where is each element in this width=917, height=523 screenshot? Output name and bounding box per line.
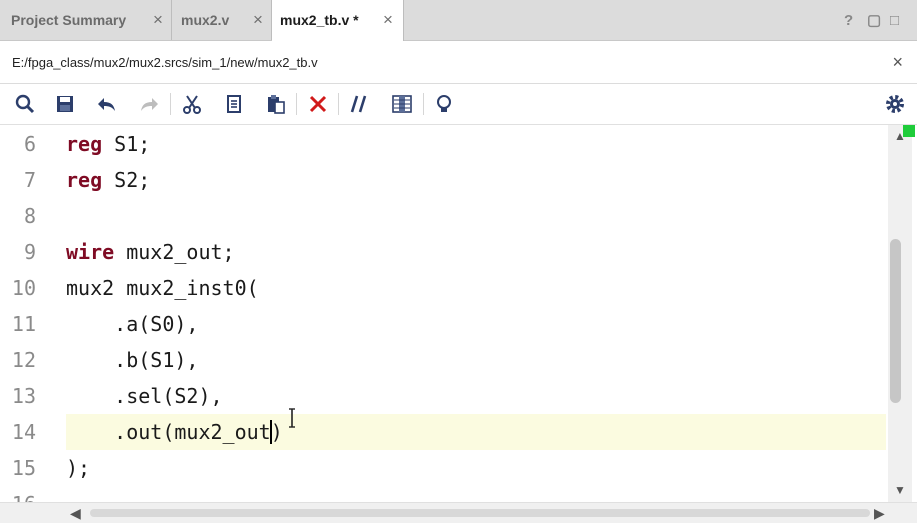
code-line: );	[66, 450, 90, 486]
line-number: 15	[11, 456, 36, 480]
scrollbar-thumb[interactable]	[890, 239, 901, 403]
line-number: 11	[11, 312, 36, 336]
undo-icon[interactable]	[96, 93, 118, 115]
block-select-icon[interactable]	[391, 93, 413, 115]
close-icon[interactable]: ×	[153, 10, 163, 30]
code-line: wire mux2_out;	[66, 234, 235, 270]
tab-mux2-tb-v[interactable]: mux2_tb.v * ×	[272, 0, 404, 41]
status-marker	[903, 125, 915, 137]
keyword: wire	[66, 240, 115, 264]
tab-label: mux2.v	[181, 12, 230, 28]
search-icon[interactable]	[14, 93, 36, 115]
close-icon[interactable]: ×	[892, 52, 903, 73]
paste-icon[interactable]	[265, 93, 287, 115]
editor-tab-bar: Project Summary × mux2.v × mux2_tb.v * ×…	[0, 0, 917, 41]
keyword: reg	[66, 132, 103, 156]
code-text: .a(S0),	[66, 312, 199, 336]
toolbar-divider	[338, 93, 339, 115]
copy-icon[interactable]	[223, 93, 245, 115]
horizontal-scrollbar[interactable]: ◀ ▶	[0, 502, 917, 523]
code-text: S2;	[102, 168, 151, 192]
code-line: reg S2;	[66, 162, 150, 198]
line-number: 7	[23, 168, 36, 192]
save-icon[interactable]	[54, 93, 76, 115]
ibeam-cursor-icon	[287, 407, 297, 429]
editor-toolbar	[0, 84, 917, 125]
scrollbar-thumb[interactable]	[90, 509, 870, 517]
keyword: reg	[66, 168, 103, 192]
redo-icon[interactable]	[138, 93, 160, 115]
toolbar-divider	[423, 93, 424, 115]
code-text: mux2 mux2_inst0(	[66, 276, 259, 300]
code-text: );	[66, 456, 91, 480]
scroll-left-icon[interactable]: ◀	[70, 505, 81, 522]
delete-icon[interactable]	[307, 93, 329, 115]
code-line: .a(S0),	[66, 306, 198, 342]
lightbulb-icon[interactable]	[433, 93, 455, 115]
toolbar-divider	[296, 93, 297, 115]
code-line-current: .out(mux2_out)	[66, 414, 283, 450]
code-line: .sel(S2),	[66, 378, 223, 414]
line-number: 8	[23, 204, 36, 228]
settings-gear-icon[interactable]	[884, 93, 906, 115]
restore-icon[interactable]: ▢	[867, 13, 881, 29]
maximize-icon[interactable]: □	[890, 13, 899, 29]
tab-mux2-v[interactable]: mux2.v ×	[172, 0, 272, 40]
line-number: 16	[0, 486, 36, 502]
scroll-down-icon[interactable]: ▼	[894, 483, 906, 497]
help-icon[interactable]: ?	[844, 13, 853, 29]
file-path: E:/fpga_class/mux2/mux2.srcs/sim_1/new/m…	[12, 55, 318, 70]
code-line: reg S1;	[66, 126, 150, 162]
close-icon[interactable]: ×	[383, 10, 393, 30]
line-number: 9	[23, 240, 36, 264]
code-text: S1;	[102, 132, 151, 156]
tab-label: mux2_tb.v *	[280, 12, 359, 28]
text-cursor	[270, 420, 272, 444]
file-path-bar: E:/fpga_class/mux2/mux2.srcs/sim_1/new/m…	[0, 41, 917, 84]
tab-label: Project Summary	[11, 12, 127, 28]
code-editor[interactable]: 6 7 8 9 10 11 12 13 14 15 16 reg S1; reg…	[0, 125, 890, 502]
line-number: 10	[11, 276, 36, 300]
comment-icon[interactable]	[349, 93, 371, 115]
toolbar-divider	[170, 93, 171, 115]
code-text: mux2_out;	[114, 240, 235, 264]
cut-icon[interactable]	[181, 93, 203, 115]
tab-project-summary[interactable]: Project Summary ×	[0, 0, 172, 40]
code-text: .sel(S2),	[66, 384, 223, 408]
code-text: .b(S1),	[66, 348, 199, 372]
line-number: 12	[11, 348, 36, 372]
line-number: 6	[23, 132, 36, 156]
scroll-right-icon[interactable]: ▶	[874, 505, 885, 522]
code-line: .b(S1),	[66, 342, 198, 378]
code-line: mux2 mux2_inst0(	[66, 270, 259, 306]
line-number: 14	[11, 420, 36, 444]
line-number: 13	[11, 384, 36, 408]
vertical-scrollbar[interactable]: ▲ ▼	[888, 125, 912, 502]
code-text: .out(mux2_out)	[66, 420, 283, 444]
close-icon[interactable]: ×	[253, 10, 263, 30]
